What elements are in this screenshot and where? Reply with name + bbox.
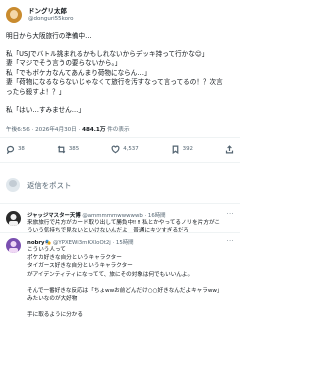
reply-line: ポケカ好きな自分というキャラクター bbox=[27, 255, 122, 262]
reply-line: そんで一番好きな反応は「ちょwwお前どんだけ○○好きなんだよキャラww」 bbox=[27, 287, 223, 294]
reply-avatar[interactable] bbox=[6, 238, 21, 253]
reply-line-gap bbox=[27, 279, 234, 287]
reply-button[interactable]: 38 bbox=[6, 145, 25, 154]
tweet-line: ったら殺すよ！？」 bbox=[6, 87, 66, 96]
author-handle[interactable]: @donguri55koro bbox=[28, 16, 73, 22]
like-count: 4,537 bbox=[123, 146, 139, 152]
reply-header: nobry🎭 @YPXEWi3mKXloOt2j · 15時間 bbox=[27, 238, 234, 246]
tweet-meta: 午後6:56 · 2026年4月30日 · 484.1万 件の表示 bbox=[6, 125, 130, 133]
like-button[interactable]: 4,537 bbox=[111, 145, 139, 154]
retweet-button[interactable]: 385 bbox=[57, 145, 79, 154]
bookmark-button[interactable]: 392 bbox=[171, 145, 193, 154]
divider bbox=[0, 203, 240, 204]
reply-line: みたいなのが大好物 bbox=[27, 296, 78, 303]
reply-line: がアイデンティティになってて、旅にその対象は何でもいいんよ。 bbox=[27, 271, 194, 278]
reply-avatar[interactable] bbox=[6, 211, 21, 226]
retweet-count: 385 bbox=[68, 146, 80, 152]
retweet-icon bbox=[57, 145, 66, 153]
views-count: 484.1万 bbox=[82, 127, 106, 133]
tweet-line: 私「はい…すみません…」 bbox=[6, 105, 85, 114]
reply-text: こういう人って ポケカ好きな自分というキャラクター タイガース好きな自分というキ… bbox=[27, 246, 234, 319]
tweet-line: 明日から大阪旅行の準備中… bbox=[6, 32, 92, 40]
reply-count: 38 bbox=[18, 146, 25, 152]
share-icon bbox=[225, 144, 234, 153]
reply-line: こういう人って bbox=[27, 247, 66, 253]
divider bbox=[0, 137, 240, 138]
tweet-line-gap bbox=[6, 98, 232, 106]
tweet-line: 私「USJでバトル挑まれるかもしれないからデッキ持って行かな😊」 bbox=[6, 49, 209, 58]
reply-body: nobry🎭 @YPXEWi3mKXloOt2j · 15時間 こういう人って … bbox=[27, 238, 234, 319]
author-avatar[interactable] bbox=[6, 7, 22, 23]
action-bar: 38 385 4,537 392 bbox=[6, 143, 234, 155]
avatar-image bbox=[9, 214, 18, 226]
author-info[interactable]: ドングリ太郎 @donguri55koro bbox=[28, 8, 73, 22]
divider bbox=[0, 162, 240, 163]
share-button[interactable] bbox=[225, 144, 234, 154]
tweet-time[interactable]: 午後6:56 · 2026年4月30日 · bbox=[6, 127, 82, 133]
tweet-line: 私「でもポケカなんてあんまり荷物にならん…」 bbox=[6, 68, 151, 77]
bookmark-icon bbox=[172, 145, 178, 154]
views-label: 件の表示 bbox=[105, 127, 130, 133]
reply-line: 来旅旅行で片方がカード取り出して勝負中‼ ‼ 私とかやってるノリを片方がこ bbox=[27, 220, 221, 226]
reply-line: 手に取るように分かる bbox=[27, 312, 83, 319]
reply-item[interactable]: nobry🎭 @YPXEWi3mKXloOt2j · 15時間 こういう人って … bbox=[6, 238, 234, 319]
bookmark-count: 392 bbox=[182, 146, 193, 152]
tweet-line-gap bbox=[6, 42, 232, 50]
reply-line: タイガース好きな自分というキャラクター bbox=[27, 263, 133, 270]
avatar-image bbox=[9, 241, 18, 253]
more-options-icon[interactable]: ··· bbox=[227, 238, 234, 245]
user-avatar bbox=[6, 178, 20, 192]
heart-icon bbox=[111, 145, 120, 153]
tweet-header: ドングリ太郎 @donguri55koro bbox=[6, 4, 234, 26]
tweet-text: 明日から大阪旅行の準備中… 私「USJでバトル挑まれるかもしれないからデッキ持っ… bbox=[6, 32, 232, 115]
reply-header: ジャッジマスター天博 @ammmmmwwwwwb · 16時間 bbox=[27, 211, 234, 219]
reply-compose[interactable]: 返信をポスト bbox=[6, 176, 234, 194]
divider bbox=[0, 232, 240, 233]
reply-input[interactable]: 返信をポスト bbox=[27, 180, 71, 191]
more-options-icon[interactable]: ··· bbox=[227, 211, 234, 218]
reply-icon bbox=[6, 145, 15, 154]
author-name[interactable]: ドングリ太郎 bbox=[28, 8, 73, 15]
tweet-line: 妻「荷物になるならないじゃなくて旅行を汚すなって言ってるの！？次言 bbox=[6, 78, 223, 87]
tweet-line: 妻「マジでそう言うの要らないから。」 bbox=[6, 59, 122, 68]
reply-line-gap bbox=[27, 303, 234, 311]
